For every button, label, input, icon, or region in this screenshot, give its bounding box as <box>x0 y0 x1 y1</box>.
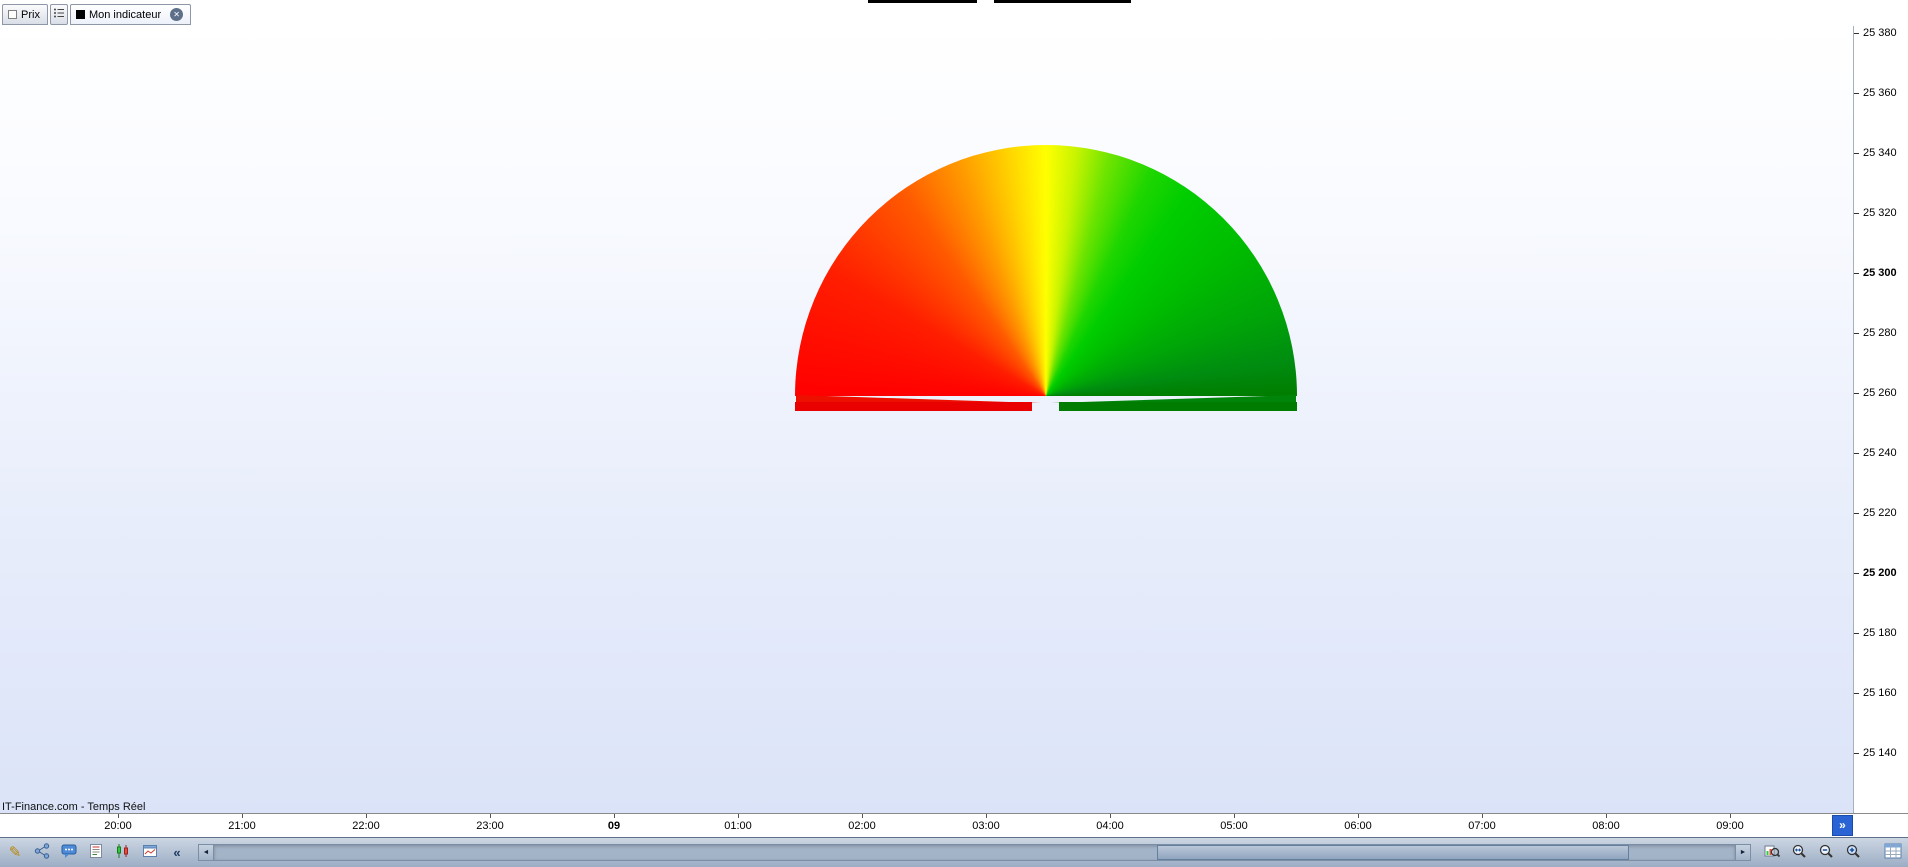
scroll-left-button[interactable]: ◄ <box>198 844 214 861</box>
chat-button[interactable] <box>57 841 81 865</box>
scrollbar-track[interactable] <box>214 844 1735 861</box>
fit-scale-button[interactable] <box>1787 841 1811 865</box>
time-axis-label: 22:00 <box>304 814 428 832</box>
price-axis-label: 25 280 <box>1854 326 1908 340</box>
price-axis-labels: 25 380 25 360 25 340 25 320 25 300 25 28… <box>1854 26 1908 760</box>
price-axis-label: 25 180 <box>1854 626 1908 640</box>
time-axis-label: 04:00 <box>1048 814 1172 832</box>
price-axis-label: 25 340 <box>1854 146 1908 160</box>
price-axis-label: 25 200 <box>1854 566 1908 580</box>
price-axis-label: 25 220 <box>1854 506 1908 520</box>
zoom-out-icon <box>1818 843 1834 862</box>
indicator-list-button[interactable] <box>49 4 68 25</box>
bottom-toolbar: ✎ « ◄ ► <box>0 837 1908 867</box>
price-tick <box>1854 692 1859 694</box>
price-tick <box>1854 272 1859 274</box>
time-axis-label: 03:00 <box>924 814 1048 832</box>
time-axis-label: 20:00 <box>56 814 180 832</box>
window-chrome-fragment <box>994 0 1131 3</box>
price-tick <box>1854 32 1859 34</box>
tab-prix[interactable]: Prix <box>2 4 48 25</box>
zoom-in-icon <box>1845 843 1861 862</box>
scroll-left-icon: ◄ <box>202 849 210 856</box>
time-axis-label: 06:00 <box>1296 814 1420 832</box>
time-axis-label: 21:00 <box>180 814 304 832</box>
collapse-chevrons-icon: « <box>173 845 181 860</box>
chart-scrollbar[interactable]: ◄ ► <box>198 844 1751 861</box>
price-axis-label: 25 260 <box>1854 386 1908 400</box>
share-icon <box>34 843 50 862</box>
tab-mon-indicateur-label: Mon indicateur <box>88 8 162 21</box>
price-axis-label: 25 380 <box>1854 26 1908 40</box>
time-axis-label: 09:00 <box>1668 814 1792 832</box>
line-chart-icon <box>142 843 158 862</box>
time-axis-label: 23:00 <box>428 814 552 832</box>
price-series-swatch-icon <box>8 10 17 19</box>
price-tick <box>1854 572 1859 574</box>
price-axis-label: 25 160 <box>1854 686 1908 700</box>
tab-bar: Prix Mon indicateur ✕ <box>0 0 1908 26</box>
time-axis-label: 08:00 <box>1544 814 1668 832</box>
expand-axis-button[interactable]: » <box>1832 815 1853 836</box>
news-page-icon <box>88 843 104 862</box>
scroll-right-icon: ► <box>1739 849 1747 856</box>
candlestick-chart-icon <box>115 843 131 862</box>
price-tick <box>1854 212 1859 214</box>
price-axis-label: 25 240 <box>1854 446 1908 460</box>
candlestick-chart-button[interactable] <box>111 841 135 865</box>
indicator-series-swatch-icon <box>75 10 85 19</box>
time-axis-label: 05:00 <box>1172 814 1296 832</box>
trading-chart-window: Prix Mon indicateur ✕ IT-Finance.com - T… <box>0 0 1908 867</box>
draw-tool-button[interactable]: ✎ <box>3 841 27 865</box>
price-tick <box>1854 332 1859 334</box>
share-button[interactable] <box>30 841 54 865</box>
time-axis-label: 07:00 <box>1420 814 1544 832</box>
chart-area[interactable]: IT-Finance.com - Temps Réel <box>0 26 1854 813</box>
time-axis-label: 01:00 <box>676 814 800 832</box>
watermark: IT-Finance.com - Temps Réel <box>2 801 146 813</box>
fit-scale-magnifier-icon <box>1791 843 1807 862</box>
close-tab-icon[interactable]: ✕ <box>170 8 184 21</box>
price-axis[interactable]: 25 380 25 360 25 340 25 320 25 300 25 28… <box>1853 26 1908 813</box>
price-axis-label: 25 320 <box>1854 206 1908 220</box>
pencil-icon: ✎ <box>8 844 22 861</box>
news-button[interactable] <box>84 841 108 865</box>
price-axis-label: 25 140 <box>1854 746 1908 760</box>
gauge-indicator <box>795 145 1297 415</box>
price-tick <box>1854 392 1859 394</box>
data-grid-icon <box>1884 843 1902 862</box>
collapse-toolbar-button[interactable]: « <box>165 841 189 865</box>
zoom-out-button[interactable] <box>1814 841 1838 865</box>
price-axis-label: 25 300 <box>1854 266 1908 280</box>
list-icon <box>53 7 65 22</box>
scrollbar-thumb[interactable] <box>1157 845 1629 860</box>
tabs-row: Prix Mon indicateur ✕ <box>2 4 192 25</box>
tab-prix-label: Prix <box>21 8 40 21</box>
price-tick <box>1854 452 1859 454</box>
time-axis-label: 09 <box>552 814 676 832</box>
price-tick <box>1854 632 1859 634</box>
tab-mon-indicateur[interactable]: Mon indicateur ✕ <box>69 4 192 25</box>
chart-zoom-icon <box>1764 843 1781 862</box>
price-tick <box>1854 92 1859 94</box>
zoom-in-button[interactable] <box>1841 841 1865 865</box>
price-tick <box>1854 152 1859 154</box>
line-chart-button[interactable] <box>138 841 162 865</box>
price-tick <box>1854 512 1859 514</box>
time-axis-labels: 20:00 21:00 22:00 23:00 09 01:00 02:00 0… <box>56 814 1792 832</box>
scroll-right-button[interactable]: ► <box>1735 844 1751 861</box>
chart-zoom-button[interactable] <box>1760 841 1784 865</box>
gauge-left-bar <box>795 402 1032 411</box>
time-axis-label: 02:00 <box>800 814 924 832</box>
gauge-semicircle <box>795 145 1297 396</box>
time-axis[interactable]: 20:00 21:00 22:00 23:00 09 01:00 02:00 0… <box>0 813 1908 837</box>
chat-icon <box>61 843 77 862</box>
window-chrome-fragment <box>868 0 977 3</box>
price-tick <box>1854 752 1859 754</box>
gauge-right-bar <box>1059 402 1297 411</box>
data-grid-button[interactable] <box>1881 841 1905 865</box>
price-axis-label: 25 360 <box>1854 86 1908 100</box>
